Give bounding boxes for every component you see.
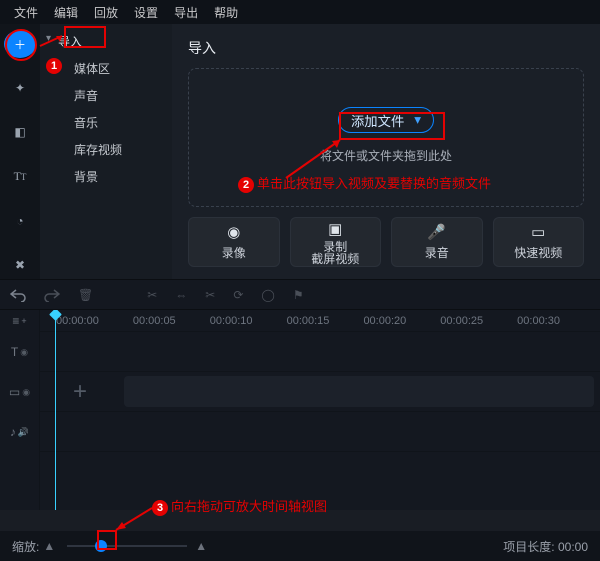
quick-video-label: 快速视频: [514, 244, 562, 261]
tools-tool[interactable]: ✖: [4, 251, 36, 279]
record-screen-label: 录制截屏视频: [311, 241, 359, 265]
filters-tool[interactable]: ✦: [4, 74, 36, 102]
titles-icon: TT: [14, 169, 27, 184]
ruler-tick: 00:00:15: [287, 315, 364, 327]
ruler-tick: 00:00:30: [517, 315, 594, 327]
track-labels: ≡+ T ◉ ▭ ◉ ♪ 🔊: [0, 310, 40, 510]
crop-icon: ✂: [205, 288, 215, 302]
cut-button[interactable]: ✂: [147, 288, 157, 302]
import-subpanel: 导入 媒体区 声音 音乐 库存视频 背景: [40, 24, 172, 279]
split-button[interactable]: ⇔: [175, 288, 187, 302]
ruler-tick: 00:00:20: [363, 315, 440, 327]
anno-arrow-3: [112, 506, 156, 534]
time-ruler[interactable]: 00:00:00 00:00:05 00:00:10 00:00:15 00:0…: [40, 310, 600, 332]
text-track-label[interactable]: T ◉: [0, 332, 39, 372]
chevron-down-icon: ▾: [414, 112, 421, 128]
eye-icon: ◉: [20, 347, 28, 358]
tree-sound[interactable]: 声音: [40, 82, 172, 109]
screen-icon: ▣: [328, 220, 342, 238]
drop-hint: 将文件或文件夹拖到此处: [320, 147, 452, 164]
zoom-out-icon[interactable]: ▲: [43, 539, 55, 553]
menu-playback[interactable]: 回放: [86, 4, 126, 21]
ruler-tick: 00:00:10: [210, 315, 287, 327]
quick-row: ◉ 录像 ▣ 录制截屏视频 🎤 录音 ▭ 快速视频: [188, 217, 584, 267]
crop-button[interactable]: ✂: [205, 288, 215, 302]
import-title: 导入: [188, 38, 584, 58]
tree-root-import[interactable]: 导入: [40, 28, 172, 55]
zoom-in-icon[interactable]: ▲: [195, 539, 207, 553]
transition-icon: ◧: [14, 125, 25, 139]
project-length: 项目长度: 00:00: [503, 538, 588, 555]
zoom-label: 缩放:: [12, 538, 39, 555]
add-file-label: 添加文件: [351, 111, 404, 130]
titles-tool[interactable]: TT: [4, 163, 36, 191]
record-camera-button[interactable]: ◉ 录像: [188, 217, 280, 267]
tracks-area[interactable]: 00:00:00 00:00:05 00:00:10 00:00:15 00:0…: [40, 310, 600, 510]
stickers-tool[interactable]: ◔: [4, 207, 36, 235]
menu-edit[interactable]: 编辑: [46, 4, 86, 21]
quick-icon: ▭: [531, 223, 545, 241]
eye-icon: ◉: [22, 387, 30, 398]
audio-track-label[interactable]: ♪ 🔊: [0, 412, 39, 452]
add-track-button[interactable]: ≡+: [0, 310, 39, 332]
rotate-icon: ⟳: [233, 288, 243, 302]
transitions-tool[interactable]: ◧: [4, 118, 36, 146]
menu-settings[interactable]: 设置: [126, 4, 166, 21]
speaker-icon: 🔊: [18, 427, 29, 438]
camera-icon: ◉: [227, 223, 240, 241]
tree-music[interactable]: 音乐: [40, 109, 172, 136]
color-button[interactable]: ◯: [261, 288, 274, 302]
side-toolbar: ＋ ✦ ◧ TT ◔ ✖: [0, 24, 40, 279]
record-audio-label: 录音: [425, 244, 449, 261]
zoom-thumb[interactable]: [95, 540, 107, 552]
quick-video-button[interactable]: ▭ 快速视频: [493, 217, 585, 267]
timeline-toolbar: 🗑 ✂ ⇔ ✂ ⟳ ◯ ⚑: [0, 280, 600, 310]
record-audio-button[interactable]: 🎤 录音: [391, 217, 483, 267]
ruler-tick: 00:00:05: [133, 315, 210, 327]
video-track-label[interactable]: ▭ ◉: [0, 372, 39, 412]
audio-track[interactable]: [40, 412, 600, 452]
text-track[interactable]: [40, 332, 600, 372]
wand-icon: ✦: [15, 81, 25, 95]
zoom-slider[interactable]: [67, 539, 187, 553]
delete-button[interactable]: 🗑: [78, 288, 93, 302]
footer: 缩放: ▲ ▲ 项目长度: 00:00: [0, 531, 600, 561]
import-icon: ＋: [14, 36, 26, 53]
flag-icon: ⚑: [293, 288, 304, 302]
playhead[interactable]: [55, 310, 56, 510]
add-file-button[interactable]: 添加文件 ▾: [338, 107, 434, 133]
add-clip-button[interactable]: +: [40, 372, 120, 411]
video-lane[interactable]: [124, 376, 594, 407]
rotate-button[interactable]: ⟳: [233, 288, 243, 302]
trash-icon: 🗑: [78, 288, 93, 302]
menu-file[interactable]: 文件: [6, 4, 46, 21]
record-camera-label: 录像: [222, 244, 246, 261]
moon-icon: ◔: [16, 214, 23, 228]
import-main: 导入 添加文件 ▾ 将文件或文件夹拖到此处 ◉ 录像 ▣ 录制截屏视频 🎤 录音: [172, 24, 600, 279]
record-screen-button[interactable]: ▣ 录制截屏视频: [290, 217, 382, 267]
menubar: 文件 编辑 回放 设置 导出 帮助: [0, 0, 600, 24]
undo-button[interactable]: [10, 288, 26, 302]
redo-button[interactable]: [44, 288, 60, 302]
mic-icon: 🎤: [427, 223, 446, 241]
wrench-icon: ✖: [15, 258, 25, 272]
tree-bg[interactable]: 背景: [40, 163, 172, 190]
ruler-tick: 00:00:25: [440, 315, 517, 327]
ruler-tick: 00:00:00: [56, 315, 133, 327]
video-track[interactable]: +: [40, 372, 600, 412]
import-tool[interactable]: ＋: [4, 30, 36, 58]
split-icon: ⇔: [175, 288, 187, 302]
flag-button[interactable]: ⚑: [293, 288, 304, 302]
color-icon: ◯: [261, 288, 274, 302]
menu-export[interactable]: 导出: [166, 4, 206, 21]
tree-stock[interactable]: 库存视频: [40, 136, 172, 163]
tree-media[interactable]: 媒体区: [40, 55, 172, 82]
menu-help[interactable]: 帮助: [206, 4, 246, 21]
scissors-icon: ✂: [147, 288, 157, 302]
timeline: ≡+ T ◉ ▭ ◉ ♪ 🔊 00:00:00 00:00:05 00:00:1…: [0, 310, 600, 510]
drop-zone[interactable]: 添加文件 ▾ 将文件或文件夹拖到此处: [188, 68, 584, 207]
